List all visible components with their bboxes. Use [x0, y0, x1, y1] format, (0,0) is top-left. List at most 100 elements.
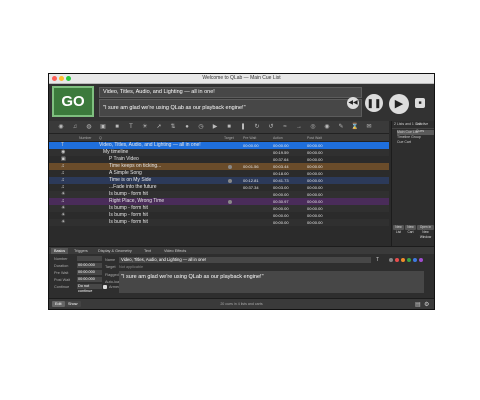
camera-cue-icon[interactable]: ■ [113, 123, 121, 131]
text-cue-icon[interactable]: T [127, 123, 135, 131]
column-q[interactable]: Q [99, 136, 102, 140]
load-cue-icon[interactable]: ↻ [253, 123, 261, 131]
color-orange-swatch[interactable] [401, 258, 405, 262]
video-cue-icon[interactable]: ▣ [99, 123, 107, 131]
table-row[interactable]: ☀ Is bump - form hit 00:00.00 00:00.00 [49, 219, 389, 226]
target-value: Not applicable [119, 265, 144, 269]
name-field[interactable]: Video, Titles, Audio, and Lighting — all… [119, 257, 371, 263]
cue-action: 00:00.00 [273, 192, 289, 197]
cue-name: P Train Video [109, 156, 139, 162]
reset-cue-icon[interactable]: ↺ [267, 123, 275, 131]
cue-action: 00:30.97 [273, 199, 289, 204]
duration-label: Duration [54, 264, 69, 268]
table-row[interactable]: ♫ Time is on My Side 00:12.81 00:41.73 00:00… [49, 177, 389, 184]
post-wait-field[interactable]: 00:00.000 [77, 277, 102, 282]
cue-lists-icon[interactable]: ▤ [415, 301, 421, 308]
cue-postwait: 00:00.00 [307, 157, 323, 162]
cue-name: Time keeps on ticking... [109, 163, 162, 169]
go-button[interactable]: GO [52, 86, 94, 117]
text-cue-icon: T [61, 142, 65, 148]
column-target[interactable]: Target [224, 136, 234, 140]
arm-cue-icon[interactable]: ◉ [323, 123, 331, 131]
color-blue-swatch[interactable] [413, 258, 417, 262]
continue-select[interactable]: Do not continue [77, 284, 102, 293]
new-list-button[interactable]: New List [393, 225, 404, 234]
cue-name: Time is on My Side [109, 177, 152, 183]
column-action[interactable]: Action [273, 136, 283, 140]
table-row[interactable]: ▣ P Train Video 00:37.64 00:00.00 [49, 156, 389, 163]
number-label: Number [54, 257, 68, 261]
color-red-swatch[interactable] [395, 258, 399, 262]
wait-cue-icon[interactable]: ⌛ [351, 123, 359, 131]
light-cue-icon: ☀ [61, 191, 66, 197]
cue-postwait: 00:00.00 [307, 185, 323, 190]
network-cue-icon[interactable]: ⇅ [169, 123, 177, 131]
light-cue-icon: ☀ [61, 219, 66, 225]
table-row[interactable]: ♫ Right Place, Wrong Time 00:30.97 00:00.00 [49, 198, 389, 205]
table-row[interactable]: ♫ A Simple Song 00:18.00 00:00.00 [49, 170, 389, 177]
table-row[interactable]: T Video, Titles, Audio, and Lighting — al… [49, 142, 389, 149]
timecode-cue-icon[interactable]: ◷ [197, 123, 205, 131]
pre-wait-label: Pre Wait [54, 271, 69, 275]
play-icon[interactable]: ▶ [389, 94, 409, 114]
cue-name: ...Fade into the future [109, 184, 157, 190]
gear-icon[interactable]: ⚙ [424, 301, 429, 308]
table-row[interactable]: ☀ Is bump - form hit 00:00.00 00:00.00 [49, 191, 389, 198]
cue-prewait: 00:12.81 [243, 178, 259, 183]
table-row[interactable]: ☀ Is bump - form hit 00:00.00 00:00.00 [49, 205, 389, 212]
notes-field[interactable]: "I sure am glad we're using QLab as our … [119, 271, 424, 293]
previous-cue-icon[interactable]: ◀◀ [347, 97, 359, 109]
number-field[interactable] [77, 256, 102, 261]
light-cue-icon[interactable]: ☀ [141, 123, 149, 131]
window-title: Welcome to QLab — Main Cue List [202, 75, 281, 81]
cue-list-table: Number Q Target Pre Wait Action Post Wai… [49, 134, 389, 246]
color-green-swatch[interactable] [407, 258, 411, 262]
target-cue-icon[interactable]: ◎ [309, 123, 317, 131]
fade-cue-icon: ♫ [61, 184, 65, 190]
pre-wait-field[interactable]: 00:00.000 [77, 270, 102, 275]
table-row[interactable]: ♫ Time keeps on ticking... 00:01.56 00:03.4… [49, 163, 389, 170]
start-cue-icon[interactable]: ▶ [211, 123, 219, 131]
target-label: Target [105, 265, 116, 269]
text-format-icon[interactable]: T [376, 257, 379, 263]
pause-icon[interactable]: ❚❚ [365, 94, 383, 112]
group-cue-icon: ◉ [61, 149, 66, 155]
cue-name: Is bump - form hit [109, 205, 148, 211]
audio-cue-icon[interactable]: ♫ [71, 123, 79, 131]
column-prewait[interactable]: Pre Wait [243, 136, 256, 140]
armed-checkbox[interactable] [103, 285, 107, 289]
tab-active-cues[interactable]: 0 Active Cues [416, 121, 434, 135]
midi-cue-icon[interactable]: ● [183, 123, 191, 131]
table-row[interactable]: ♫ ...Fade into the future 00:37.34 00:03.00… [49, 184, 389, 191]
fade-cue-icon[interactable]: ➚ [155, 123, 163, 131]
devamp-cue-icon[interactable]: ≈ [281, 123, 289, 131]
table-row[interactable]: ◉ My timeline 00:19.59 00:00.00 [49, 149, 389, 156]
open-in-new-window-button[interactable]: Open in New Window [417, 225, 434, 239]
table-row[interactable]: ☀ Is bump - form hit 00:00.00 00:00.00 [49, 212, 389, 219]
light-cue-icon: ☀ [61, 205, 66, 211]
sidebar-item-cue-cart[interactable]: Cue Cart [397, 140, 434, 145]
goto-cue-icon[interactable]: → [295, 123, 303, 131]
cue-postwait: 00:00.00 [307, 150, 323, 155]
cue-postwait: 00:00.00 [307, 171, 323, 176]
column-postwait[interactable]: Post Wait [307, 136, 322, 140]
mic-cue-icon[interactable]: ◍ [85, 123, 93, 131]
group-cue-icon[interactable]: ◉ [57, 123, 65, 131]
standby-cue-notes: "I sure am glad we're using QLab as our … [99, 99, 362, 117]
script-cue-icon[interactable]: ✎ [337, 123, 345, 131]
cue-action: 00:00.00 [273, 213, 289, 218]
color-grey-swatch[interactable] [389, 258, 393, 262]
cue-action: 00:00.00 [273, 206, 289, 211]
duration-field[interactable]: 00:00.000 [77, 263, 102, 268]
color-purple-swatch[interactable] [419, 258, 423, 262]
cue-name: My timeline [103, 149, 129, 155]
stop-cue-icon[interactable]: ■ [225, 123, 233, 131]
stop-icon[interactable]: ■ [415, 98, 425, 108]
audio-cue-icon: ♫ [61, 163, 65, 169]
column-number[interactable]: Number [79, 136, 91, 140]
new-cart-button[interactable]: New Cart [405, 225, 416, 234]
pause-cue-icon[interactable]: ❚ [239, 123, 247, 131]
cue-action: 00:37.64 [273, 157, 289, 162]
continue-label: Continue [54, 285, 70, 289]
memo-cue-icon[interactable]: ✉ [365, 123, 373, 131]
